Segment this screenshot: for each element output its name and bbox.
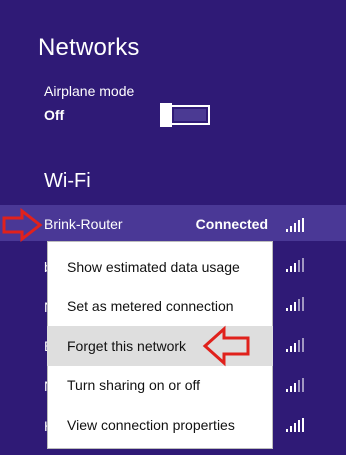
menu-item-sharing[interactable]: Turn sharing on or off: [47, 365, 273, 405]
wifi-signal-icon: [286, 378, 304, 392]
wifi-signal-icon: [286, 297, 304, 311]
wifi-section-title: Wi-Fi: [44, 170, 91, 192]
network-name[interactable]: Brink-Router: [44, 216, 123, 232]
network-status: Connected: [195, 216, 268, 232]
menu-item-connection-properties[interactable]: View connection properties: [47, 405, 273, 445]
page-title: Networks: [38, 34, 140, 61]
wifi-signal-icon: [286, 338, 304, 352]
wifi-signal-full-icon: [286, 218, 304, 232]
annotation-arrow-left-icon: [202, 325, 250, 367]
airplane-mode-label: Airplane mode: [44, 83, 135, 99]
wifi-signal-full-icon: [286, 418, 304, 432]
wifi-signal-icon: [286, 258, 304, 272]
menu-item-set-metered[interactable]: Set as metered connection: [47, 286, 273, 326]
airplane-mode-toggle-fill: [174, 109, 206, 121]
airplane-mode-state: Off: [44, 107, 65, 123]
menu-item-show-data-usage[interactable]: Show estimated data usage: [47, 247, 273, 287]
airplane-mode-toggle-knob[interactable]: [160, 103, 172, 127]
annotation-arrow-right-icon: [2, 208, 43, 242]
